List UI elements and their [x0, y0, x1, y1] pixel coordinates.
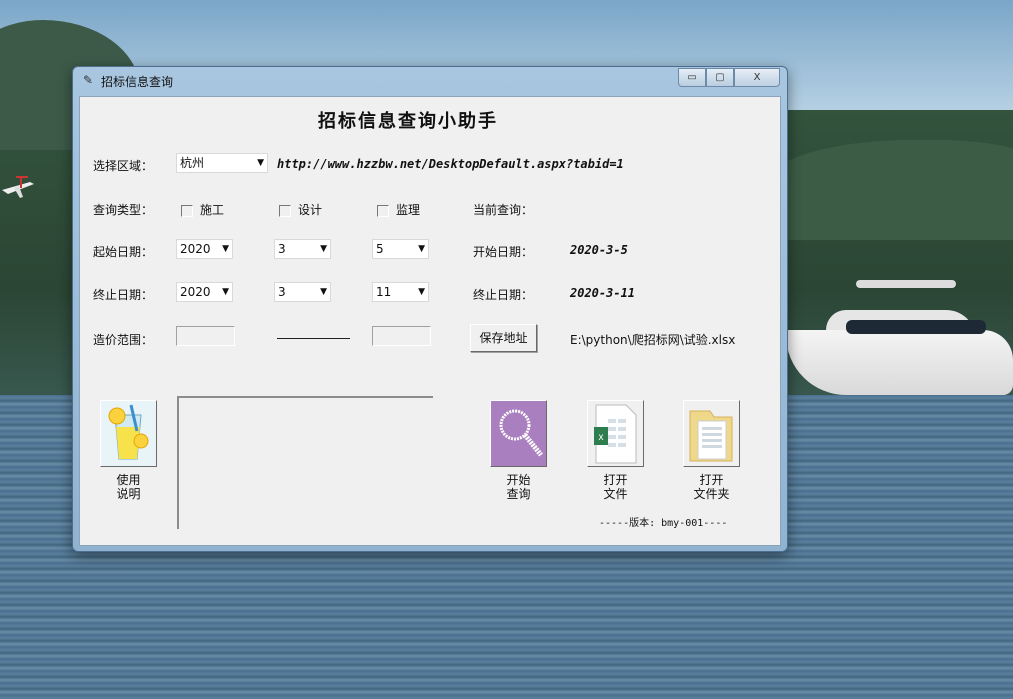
checkbox-design-label: 设计 — [298, 203, 323, 217]
app-window: ✎ 招标信息查询 ▭ ▢ X 招标信息查询小助手 选择区域： 杭州 ▼ http… — [72, 66, 788, 552]
start-display-value: 2020-3-5 — [570, 243, 628, 257]
help-button[interactable] — [100, 400, 157, 467]
chevron-down-icon: ▼ — [222, 287, 229, 297]
end-month-value: 3 — [278, 285, 286, 299]
price-min-input[interactable] — [176, 326, 235, 346]
type-label: 查询类型： — [93, 203, 154, 217]
client-area: 招标信息查询小助手 选择区域： 杭州 ▼ http://www.hzzbw.ne… — [79, 96, 781, 546]
checkbox-supervision[interactable]: 监理 — [377, 201, 420, 218]
output-textbox[interactable] — [177, 396, 433, 529]
save-path-button-label: 保存地址 — [479, 331, 528, 345]
checkbox-box[interactable] — [377, 204, 389, 217]
end-display-label: 终止日期： — [473, 288, 534, 302]
checkbox-box[interactable] — [181, 204, 193, 217]
price-range-label: 造价范围： — [93, 333, 154, 347]
close-icon: X — [753, 72, 761, 83]
checkbox-construction-label: 施工 — [200, 203, 225, 217]
start-year-select[interactable]: 2020 ▼ — [176, 239, 233, 259]
region-url: http://www.hzzbw.net/DesktopDefault.aspx… — [277, 157, 624, 171]
start-day-select[interactable]: 5 ▼ — [372, 239, 429, 259]
window-title: 招标信息查询 — [101, 75, 174, 89]
price-max-input[interactable] — [372, 326, 431, 346]
lemonade-icon — [101, 401, 156, 466]
start-month-value: 3 — [278, 242, 286, 256]
end-month-select[interactable]: 3 ▼ — [274, 282, 331, 302]
end-day-value: 11 — [376, 285, 392, 299]
checkbox-construction[interactable]: 施工 — [181, 201, 224, 218]
excel-file-icon: x — [588, 401, 643, 466]
desktop-airplane — [2, 176, 34, 198]
page-title: 招标信息查询小助手 — [318, 111, 498, 132]
start-year-value: 2020 — [180, 242, 211, 256]
checkbox-box[interactable] — [279, 204, 291, 217]
feather-icon: ✎ — [83, 73, 94, 87]
chevron-down-icon: ▼ — [257, 158, 264, 168]
desktop-yacht — [786, 280, 1013, 410]
close-button[interactable]: X — [734, 68, 780, 87]
chevron-down-icon: ▼ — [418, 287, 425, 297]
end-display-value: 2020-3-11 — [570, 286, 636, 300]
start-display-label: 开始日期： — [473, 245, 534, 259]
maximize-button[interactable]: ▢ — [706, 68, 734, 87]
save-path-button[interactable]: 保存地址 — [470, 324, 537, 352]
start-month-select[interactable]: 3 ▼ — [274, 239, 331, 259]
open-file-button[interactable]: x — [587, 400, 644, 467]
svg-text:x: x — [599, 432, 604, 443]
start-date-label: 起始日期： — [93, 245, 154, 259]
title-bar[interactable]: ✎ 招标信息查询 ▭ ▢ X — [73, 67, 787, 93]
chevron-down-icon: ▼ — [418, 244, 425, 254]
end-date-label: 终止日期： — [93, 288, 154, 302]
region-label: 选择区域： — [93, 159, 154, 173]
start-day-value: 5 — [376, 242, 384, 256]
checkbox-design[interactable]: 设计 — [279, 201, 322, 218]
search-button[interactable] — [490, 400, 547, 467]
folder-icon — [684, 401, 739, 466]
minimize-button[interactable]: ▭ — [678, 68, 706, 87]
version-label: -----版本: bmy-001---- — [599, 518, 728, 529]
range-separator — [277, 338, 350, 339]
chevron-down-icon: ▼ — [222, 244, 229, 254]
minimize-icon: ▭ — [687, 72, 697, 83]
end-year-value: 2020 — [180, 285, 211, 299]
end-day-select[interactable]: 11 ▼ — [372, 282, 429, 302]
region-value: 杭州 — [180, 156, 205, 170]
magnifier-icon — [491, 401, 546, 466]
chevron-down-icon: ▼ — [320, 287, 327, 297]
search-caption: 开始 查询 — [506, 473, 531, 501]
open-file-caption: 打开 文件 — [603, 473, 628, 501]
chevron-down-icon: ▼ — [320, 244, 327, 254]
end-year-select[interactable]: 2020 ▼ — [176, 282, 233, 302]
open-folder-caption: 打开 文件夹 — [693, 473, 730, 501]
open-folder-button[interactable] — [683, 400, 740, 467]
save-path-value: E:\python\爬招标网\试验.xlsx — [570, 333, 736, 347]
region-select[interactable]: 杭州 ▼ — [176, 153, 268, 173]
checkbox-supervision-label: 监理 — [396, 203, 421, 217]
maximize-icon: ▢ — [715, 72, 725, 83]
current-query-label: 当前查询： — [473, 203, 534, 217]
help-caption: 使用 说明 — [116, 473, 141, 501]
